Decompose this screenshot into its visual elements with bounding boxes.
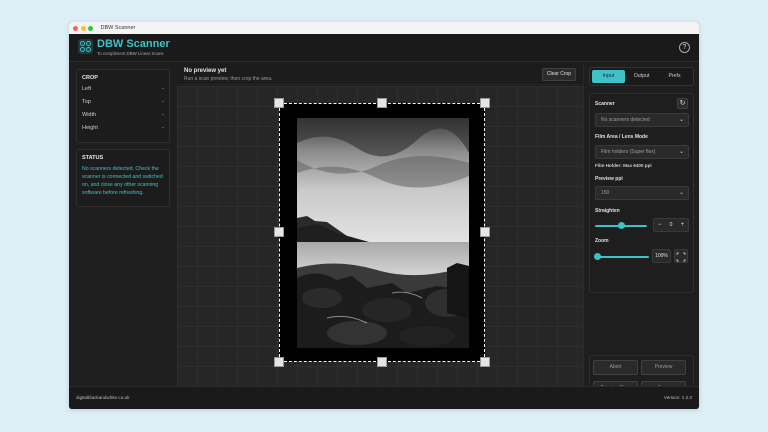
footer-site-link[interactable]: digitalblackandwhite.co.uk [76, 395, 129, 400]
chevron-down-icon: ⌄ [678, 190, 684, 196]
app-header: DBW Scanner To compliment DBW Linear Sca… [69, 34, 699, 62]
straighten-label: Straighten [595, 208, 620, 214]
straighten-increment-button[interactable]: + [677, 219, 688, 231]
straighten-stepper[interactable]: − 0 + [653, 218, 689, 232]
straighten-decrement-button[interactable]: − [654, 219, 665, 231]
crop-handle-bottom-left[interactable] [274, 357, 284, 367]
film-area-select[interactable]: Film holders (Super flex) ⌄ [595, 145, 689, 159]
abort-button[interactable]: Abort [593, 360, 638, 375]
scanner-label: Scanner [595, 101, 615, 107]
scanner-settings-panel: Scanner ↻ No scanners detected ⌄ Film Ar… [589, 93, 694, 293]
film-frame [279, 103, 485, 362]
zoom-slider-knob[interactable] [594, 253, 601, 260]
crop-handle-left[interactable] [274, 227, 284, 237]
crop-handle-bottom-right[interactable] [480, 357, 490, 367]
crop-top-value: - [162, 99, 164, 105]
chevron-down-icon: ⌄ [678, 117, 684, 123]
tab-input[interactable]: Input [592, 70, 625, 83]
preview-canvas[interactable] [177, 86, 583, 386]
crop-handle-top[interactable] [377, 98, 387, 108]
crop-panel: CROP Left - Top - Width - Height - [76, 69, 170, 143]
film-holder-note: Film Holder: Max 6400 ppi [595, 163, 652, 168]
footer-version: Version: 1.2.0 [663, 395, 692, 400]
zoom-slider[interactable] [595, 256, 649, 258]
zoom-label: Zoom [595, 238, 609, 244]
crop-left-label: Left [82, 86, 92, 92]
status-message: No scanners detected. Check the scanner … [82, 166, 163, 196]
crop-width-row: Width - [82, 109, 164, 122]
app-footer: digitalblackandwhite.co.uk Version: 1.2.… [69, 386, 699, 409]
crop-handle-bottom[interactable] [377, 357, 387, 367]
crop-title: CROP [82, 75, 98, 81]
left-sidebar: CROP Left - Top - Width - Height - STATUS No… [69, 63, 177, 386]
crop-handle-top-right[interactable] [480, 98, 490, 108]
app-brand: DBW Scanner [97, 38, 170, 50]
film-area-select-value: Film holders (Super flex) [601, 149, 656, 155]
preview-toolbar: No preview yet Run a scan preview, then … [177, 63, 583, 85]
crop-left-value: - [162, 86, 164, 92]
straighten-slider-knob[interactable] [618, 222, 625, 229]
status-title: STATUS [82, 155, 104, 161]
status-panel: STATUS No scanners detected. Check the s… [76, 149, 170, 207]
preview-hint: Run a scan preview, then crop the area. [184, 76, 273, 82]
zoom-value: 100% [652, 249, 671, 263]
crop-handle-right[interactable] [480, 227, 490, 237]
preview-ppi-value: 150 [601, 190, 610, 196]
preview-ppi-select[interactable]: 150 ⌄ [595, 186, 689, 200]
help-icon[interactable]: ? [679, 42, 690, 53]
preview-area: No preview yet Run a scan preview, then … [177, 63, 583, 386]
straighten-value: 0 [669, 222, 673, 228]
app-logo-icon [78, 39, 93, 54]
preview-button[interactable]: Preview [641, 360, 686, 375]
window-title: DBW Scanner [100, 25, 136, 31]
crop-height-row: Height - [82, 122, 164, 135]
expand-icon [676, 252, 686, 262]
close-window-button[interactable] [73, 25, 78, 31]
coastal-photo-image [297, 118, 469, 348]
crop-height-label: Height [82, 125, 98, 131]
preview-title: No preview yet [184, 68, 227, 74]
scan-preview-image [297, 118, 469, 348]
chevron-down-icon: ⌄ [678, 149, 684, 155]
crop-top-row: Top - [82, 96, 164, 109]
crop-width-label: Width [82, 112, 97, 118]
settings-tabs: Input Output Prefs [589, 67, 694, 86]
refresh-icon[interactable]: ↻ [677, 98, 688, 109]
crop-height-value: - [162, 125, 164, 131]
fit-to-screen-icon[interactable] [674, 249, 688, 263]
title-bar: DBW Scanner [69, 22, 699, 34]
film-area-label: Film Area / Lens Mode [595, 134, 648, 140]
tab-output[interactable]: Output [625, 70, 658, 83]
preview-ppi-label: Preview ppi [595, 176, 623, 182]
maximize-window-button[interactable] [88, 25, 93, 31]
crop-top-label: Top [82, 99, 91, 105]
app-tagline: To compliment DBW Linear Scans [97, 51, 164, 56]
clear-crop-button[interactable]: Clear Crop [542, 68, 576, 81]
tab-prefs[interactable]: Prefs [658, 70, 691, 83]
crop-width-value: - [162, 112, 164, 118]
crop-left-row: Left - [82, 83, 164, 96]
scanner-select-value: No scanners detected [601, 117, 650, 123]
minimize-window-button[interactable] [80, 25, 86, 31]
app-window: DBW Scanner DBW Scanner To compliment DB… [69, 22, 699, 409]
crop-handle-top-left[interactable] [274, 98, 284, 108]
scanner-select[interactable]: No scanners detected ⌄ [595, 113, 689, 127]
right-sidebar: Input Output Prefs Scanner ↻ No scanners… [583, 63, 699, 403]
